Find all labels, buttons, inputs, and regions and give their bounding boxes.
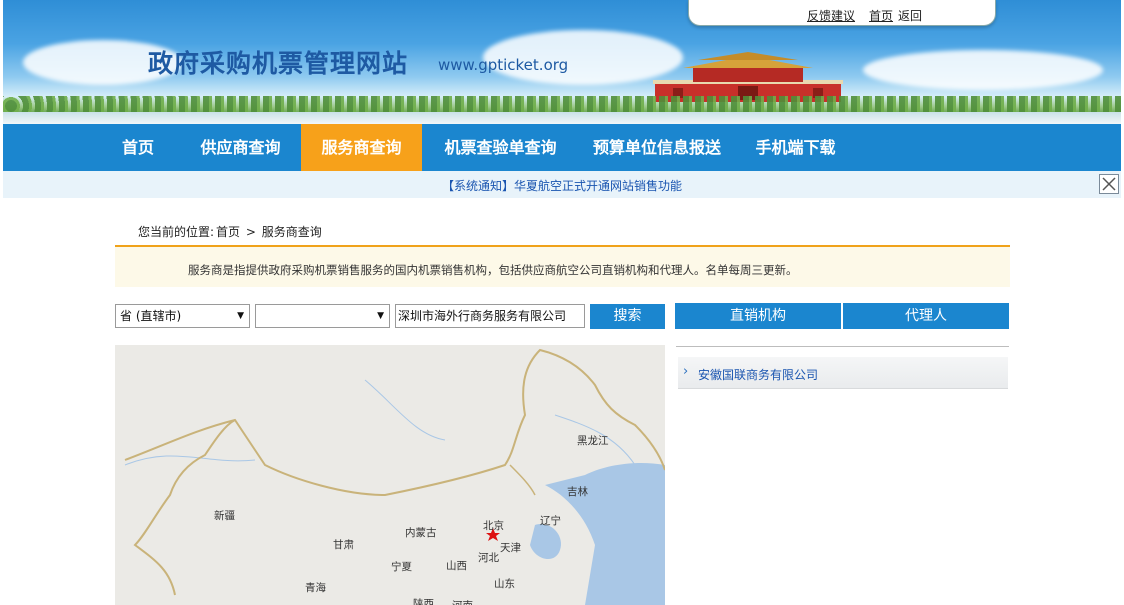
map-label-shandong: 山东 — [494, 578, 515, 590]
map-label-gansu: 甘肃 — [333, 539, 354, 551]
breadcrumb-current: 服务商查询 — [261, 225, 322, 239]
map-canvas — [124, 348, 665, 605]
map-label-hebei: 河北 — [478, 552, 499, 564]
tab-direct-sales[interactable]: 直销机构 — [675, 303, 841, 329]
map-label-beijing: 北京 — [483, 520, 504, 532]
list-item[interactable]: › 安徽国联商务有限公司 — [678, 357, 1008, 389]
intro-text: 服务商是指提供政府采购机票销售服务的国内机票销售机构，包括供应商航空公司直销机构… — [188, 263, 798, 277]
map-label-ningxia: 宁夏 — [391, 561, 412, 573]
close-icon — [1102, 177, 1116, 191]
nav-ticket-check-query[interactable]: 机票查验单查询 — [428, 124, 573, 171]
chevron-right-icon: › — [683, 364, 689, 379]
map-label-heilongjiang: 黑龙江 — [577, 435, 609, 447]
nav-supplier-query[interactable]: 供应商查询 — [183, 124, 298, 171]
home-link[interactable]: 首页 — [869, 7, 893, 24]
feedback-link[interactable]: 反馈建议 — [807, 7, 855, 24]
main-navigation: 首页 供应商查询 服务商查询 机票查验单查询 预算单位信息报送 手机端下载 — [3, 124, 1121, 171]
dropdown-arrow-icon: ▼ — [237, 311, 244, 321]
result-company-name[interactable]: 安徽国联商务有限公司 — [698, 366, 818, 383]
breadcrumb-prefix: 您当前的位置: — [138, 225, 215, 239]
province-select-value: 省 (直辖市) — [120, 309, 182, 323]
map-label-henan: 河南 — [452, 598, 473, 605]
nav-service-provider-query[interactable]: 服务商查询 — [301, 124, 422, 171]
map-label-shanxi: 山西 — [446, 560, 467, 572]
site-title: 政府采购机票管理网站 — [148, 49, 409, 78]
nav-budget-unit-report[interactable]: 预算单位信息报送 — [578, 124, 736, 171]
divider — [676, 346, 1009, 347]
breadcrumb: 您当前的位置: 首页 > 服务商查询 — [138, 223, 324, 240]
map-label-liaoning: 辽宁 — [540, 515, 561, 527]
dropdown-arrow-icon: ▼ — [377, 311, 384, 321]
map-label-shaanxi: 陕西 — [413, 598, 434, 605]
city-select[interactable]: ▼ — [255, 304, 390, 328]
china-map[interactable]: 黑龙江 吉林 辽宁 新疆 内蒙古 北京 天津 甘肃 河北 宁夏 山西 山东 青海… — [115, 345, 665, 605]
map-label-xinjiang: 新疆 — [214, 510, 235, 522]
cloud-decoration — [863, 50, 1103, 90]
close-notice-button[interactable] — [1099, 174, 1119, 194]
system-notice-text[interactable]: 【系统通知】华夏航空正式开通网站销售功能 — [3, 177, 1121, 194]
back-link[interactable]: 返回 — [898, 7, 922, 24]
tab-agents[interactable]: 代理人 — [843, 303, 1009, 329]
company-search-input[interactable]: 深圳市海外行商务服务有限公司 — [395, 304, 585, 328]
search-button[interactable]: 搜索 — [590, 304, 665, 329]
map-label-jilin: 吉林 — [567, 486, 588, 498]
map-label-qinghai: 青海 — [305, 582, 326, 594]
water-decoration — [3, 112, 1121, 124]
nav-home[interactable]: 首页 — [103, 124, 173, 171]
system-notice-bar: 【系统通知】华夏航空正式开通网站销售功能 — [3, 171, 1121, 198]
map-label-tianjin: 天津 — [500, 542, 521, 554]
top-link-bar: 反馈建议 首页 返回 — [688, 0, 996, 26]
map-label-neimenggu: 内蒙古 — [405, 527, 437, 539]
breadcrumb-separator: > — [245, 225, 256, 239]
intro-panel: 服务商是指提供政府采购机票销售服务的国内机票销售机构，包括供应商航空公司直销机构… — [115, 245, 1010, 287]
nav-mobile-download[interactable]: 手机端下载 — [748, 124, 843, 171]
tree-line-decoration — [3, 96, 1121, 112]
breadcrumb-home-link[interactable]: 首页 — [216, 225, 240, 239]
site-url: www.gpticket.org — [438, 56, 569, 74]
province-select[interactable]: 省 (直辖市) ▼ — [115, 304, 250, 328]
